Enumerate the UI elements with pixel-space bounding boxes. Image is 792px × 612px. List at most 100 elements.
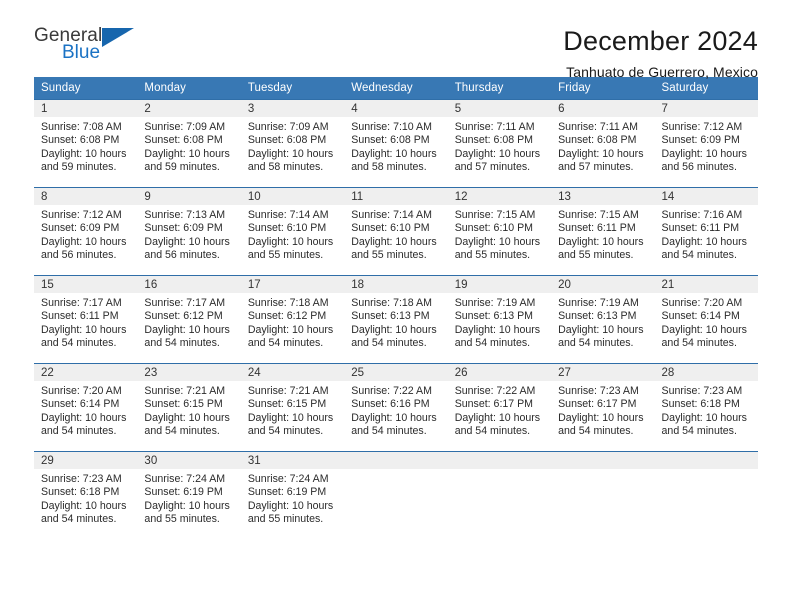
day-details: Sunrise: 7:21 AM Sunset: 6:15 PM Daylight:… <box>137 381 240 439</box>
day-number: 7 <box>654 100 758 117</box>
day-number <box>344 452 448 469</box>
daylight-text: Daylight: 10 hours and 57 minutes. <box>454 147 541 174</box>
sunset-text: Sunset: 6:10 PM <box>454 222 534 235</box>
sunrise-text: Sunrise: 7:18 AM <box>351 297 432 309</box>
daylight-text: Daylight: 10 hours and 54 minutes. <box>454 411 541 438</box>
sunrise-text: Sunrise: 7:14 AM <box>351 209 432 221</box>
calendar-day-cell[interactable]: 5 Sunrise: 7:11 AM Sunset: 6:08 PM Daylight… <box>447 99 552 188</box>
day-details: Sunrise: 7:22 AM Sunset: 6:17 PM Daylight:… <box>448 381 551 439</box>
calendar-day-cell[interactable]: 28 Sunrise: 7:23 AM Sunset: 6:18 PM Dayligh… <box>654 363 758 452</box>
sunrise-text: Sunrise: 7:12 AM <box>661 121 743 133</box>
daylight-text: Daylight: 10 hours and 55 minutes. <box>454 235 541 262</box>
calendar-day-cell[interactable]: 15 Sunrise: 7:17 AM Sunset: 6:11 PM Dayligh… <box>34 275 138 364</box>
calendar-day-cell[interactable]: 2 Sunrise: 7:09 AM Sunset: 6:08 PM Daylight… <box>137 99 241 188</box>
calendar-day-cell[interactable]: 8 Sunrise: 7:12 AM Sunset: 6:09 PM Daylight… <box>34 187 138 276</box>
daylight-text: Daylight: 10 hours and 54 minutes. <box>558 323 644 350</box>
day-number: 14 <box>654 188 758 205</box>
day-number: 3 <box>240 100 345 117</box>
daylight-text: Daylight: 10 hours and 57 minutes. <box>558 147 644 174</box>
calendar-week-row: 1 Sunrise: 7:08 AM Sunset: 6:08 PM Daylight… <box>34 99 758 188</box>
calendar-day-cell[interactable]: 7 Sunrise: 7:12 AM Sunset: 6:09 PM Daylight… <box>654 99 758 188</box>
sunset-text: Sunset: 6:11 PM <box>41 310 119 323</box>
sunset-text: Sunset: 6:10 PM <box>351 222 430 235</box>
daylight-text: Daylight: 10 hours and 54 minutes. <box>661 411 747 438</box>
sunrise-text: Sunrise: 7:18 AM <box>247 297 329 309</box>
calendar-day-cell[interactable]: 18 Sunrise: 7:18 AM Sunset: 6:13 PM Dayligh… <box>344 275 448 364</box>
day-details: Sunrise: 7:16 AM Sunset: 6:11 PM Daylight:… <box>655 205 758 263</box>
calendar-day-cell[interactable]: 27 Sunrise: 7:23 AM Sunset: 6:17 PM Dayligh… <box>551 363 655 452</box>
day-number: 4 <box>344 100 448 117</box>
sunset-text: Sunset: 6:19 PM <box>247 486 327 499</box>
weekday-header-row: Sunday Monday Tuesday Wednesday Thursday… <box>34 77 758 100</box>
sunset-text: Sunset: 6:12 PM <box>247 310 327 323</box>
daylight-text: Daylight: 10 hours and 54 minutes. <box>41 411 127 438</box>
calendar-day-cell[interactable]: 4 Sunrise: 7:10 AM Sunset: 6:08 PM Daylight… <box>344 99 448 188</box>
day-number: 17 <box>240 276 345 293</box>
calendar-day-cell[interactable]: 9 Sunrise: 7:13 AM Sunset: 6:09 PM Daylight… <box>137 187 241 276</box>
sunset-text: Sunset: 6:13 PM <box>454 310 534 323</box>
day-details: Sunrise: 7:11 AM Sunset: 6:08 PM Daylight:… <box>448 117 551 175</box>
day-number <box>551 452 655 469</box>
daylight-text: Daylight: 10 hours and 54 minutes. <box>351 411 437 438</box>
calendar-day-cell[interactable]: 21 Sunrise: 7:20 AM Sunset: 6:14 PM Dayligh… <box>654 275 758 364</box>
day-details: Sunrise: 7:12 AM Sunset: 6:09 PM Daylight:… <box>655 117 758 175</box>
sunrise-text: Sunrise: 7:19 AM <box>454 297 536 309</box>
sunrise-text: Sunrise: 7:12 AM <box>41 209 122 221</box>
calendar-day-cell[interactable]: 12 Sunrise: 7:15 AM Sunset: 6:10 PM Dayligh… <box>447 187 552 276</box>
daylight-text: Daylight: 10 hours and 54 minutes. <box>351 323 437 350</box>
calendar-day-cell[interactable]: 26 Sunrise: 7:22 AM Sunset: 6:17 PM Dayligh… <box>447 363 552 452</box>
weekday-header-wednesday: Wednesday <box>344 77 448 100</box>
calendar-body: 1 Sunrise: 7:08 AM Sunset: 6:08 PM Daylight… <box>34 99 758 540</box>
calendar-day-cell[interactable]: 25 Sunrise: 7:22 AM Sunset: 6:16 PM Dayligh… <box>344 363 448 452</box>
sunset-text: Sunset: 6:19 PM <box>144 486 223 499</box>
calendar-day-cell[interactable]: 10 Sunrise: 7:14 AM Sunset: 6:10 PM Dayligh… <box>240 187 345 276</box>
calendar-day-cell[interactable]: 24 Sunrise: 7:21 AM Sunset: 6:15 PM Dayligh… <box>240 363 345 452</box>
day-details <box>344 469 447 473</box>
sunrise-text: Sunrise: 7:17 AM <box>41 297 122 309</box>
day-details: Sunrise: 7:09 AM Sunset: 6:08 PM Daylight:… <box>241 117 344 175</box>
daylight-text: Daylight: 10 hours and 54 minutes. <box>558 411 644 438</box>
day-details <box>655 469 758 473</box>
sunset-text: Sunset: 6:17 PM <box>454 398 534 411</box>
daylight-text: Daylight: 10 hours and 56 minutes. <box>41 235 127 262</box>
calendar-day-cell[interactable]: 16 Sunrise: 7:17 AM Sunset: 6:12 PM Dayligh… <box>137 275 241 364</box>
calendar-day-cell[interactable]: 6 Sunrise: 7:11 AM Sunset: 6:08 PM Daylight… <box>551 99 655 188</box>
day-details: Sunrise: 7:15 AM Sunset: 6:10 PM Daylight:… <box>448 205 551 263</box>
sunset-text: Sunset: 6:14 PM <box>661 310 740 323</box>
day-details: Sunrise: 7:14 AM Sunset: 6:10 PM Daylight:… <box>241 205 344 263</box>
sunset-text: Sunset: 6:08 PM <box>351 134 430 147</box>
calendar-day-cell[interactable]: 17 Sunrise: 7:18 AM Sunset: 6:12 PM Dayligh… <box>240 275 345 364</box>
day-number: 19 <box>447 276 552 293</box>
calendar-day-cell[interactable]: 23 Sunrise: 7:21 AM Sunset: 6:15 PM Dayligh… <box>137 363 241 452</box>
sunrise-sunset-calendar: Sunday Monday Tuesday Wednesday Thursday… <box>34 77 758 540</box>
sunrise-text: Sunrise: 7:20 AM <box>661 297 743 309</box>
calendar-day-cell[interactable]: 30 Sunrise: 7:24 AM Sunset: 6:19 PM Dayligh… <box>137 451 241 540</box>
daylight-text: Daylight: 10 hours and 55 minutes. <box>247 235 334 262</box>
calendar-day-cell[interactable]: 29 Sunrise: 7:23 AM Sunset: 6:18 PM Dayligh… <box>34 451 138 540</box>
sunset-text: Sunset: 6:09 PM <box>661 134 740 147</box>
calendar-day-cell[interactable]: 31 Sunrise: 7:24 AM Sunset: 6:19 PM Dayligh… <box>240 451 345 540</box>
daylight-text: Daylight: 10 hours and 58 minutes. <box>351 147 437 174</box>
sunset-text: Sunset: 6:17 PM <box>558 398 637 411</box>
triangle-icon <box>102 28 134 47</box>
sunset-text: Sunset: 6:18 PM <box>661 398 740 411</box>
day-number: 18 <box>344 276 448 293</box>
day-number: 9 <box>137 188 241 205</box>
calendar-day-cell[interactable]: 13 Sunrise: 7:15 AM Sunset: 6:11 PM Dayligh… <box>551 187 655 276</box>
calendar-day-cell[interactable]: 22 Sunrise: 7:20 AM Sunset: 6:14 PM Dayligh… <box>34 363 138 452</box>
day-number: 26 <box>447 364 552 381</box>
day-details: Sunrise: 7:19 AM Sunset: 6:13 PM Daylight:… <box>448 293 551 351</box>
day-number: 2 <box>137 100 241 117</box>
sunrise-text: Sunrise: 7:10 AM <box>351 121 432 133</box>
day-details: Sunrise: 7:09 AM Sunset: 6:08 PM Daylight:… <box>137 117 240 175</box>
calendar-day-cell[interactable]: 20 Sunrise: 7:19 AM Sunset: 6:13 PM Dayligh… <box>551 275 655 364</box>
calendar-day-cell[interactable]: 19 Sunrise: 7:19 AM Sunset: 6:13 PM Dayligh… <box>447 275 552 364</box>
calendar-day-cell[interactable]: 14 Sunrise: 7:16 AM Sunset: 6:11 PM Dayligh… <box>654 187 758 276</box>
day-details: Sunrise: 7:24 AM Sunset: 6:19 PM Daylight:… <box>137 469 240 527</box>
day-details: Sunrise: 7:20 AM Sunset: 6:14 PM Daylight:… <box>655 293 758 351</box>
calendar-day-cell[interactable]: 1 Sunrise: 7:08 AM Sunset: 6:08 PM Daylight… <box>34 99 138 188</box>
sunset-text: Sunset: 6:11 PM <box>661 222 740 235</box>
calendar-page: General Blue December 2024 Tanhuato de G… <box>0 0 792 612</box>
calendar-day-cell[interactable]: 11 Sunrise: 7:14 AM Sunset: 6:10 PM Dayligh… <box>344 187 448 276</box>
calendar-day-cell[interactable]: 3 Sunrise: 7:09 AM Sunset: 6:08 PM Daylight… <box>240 99 345 188</box>
